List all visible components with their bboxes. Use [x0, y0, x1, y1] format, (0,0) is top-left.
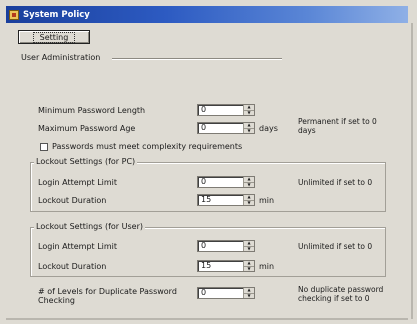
- tab-setting-label: Setting: [32, 31, 76, 43]
- lockout-pc-attempt-value[interactable]: 0: [198, 177, 243, 187]
- lockout-user-attempt-spinner[interactable]: 0 ▲ ▼: [197, 240, 255, 252]
- lockout-pc-duration-spinner[interactable]: 15 ▲ ▼: [197, 194, 255, 206]
- window-bottom-border: [6, 318, 408, 320]
- min-password-length-spinner[interactable]: 0 ▲ ▼: [197, 104, 255, 116]
- tab-setting[interactable]: Setting: [18, 30, 90, 44]
- section-divider: [112, 58, 282, 60]
- spin-arrows-icon[interactable]: ▲ ▼: [243, 241, 254, 251]
- title-bar[interactable]: System Policy: [6, 6, 408, 23]
- max-password-age-value[interactable]: 0: [198, 123, 243, 133]
- spin-down-icon[interactable]: ▼: [244, 266, 254, 272]
- lockout-user-attempt-label: Login Attempt Limit: [38, 242, 118, 251]
- system-policy-window: System Policy Setting User Administratio…: [0, 0, 417, 324]
- spin-down-icon[interactable]: ▼: [244, 293, 254, 299]
- spin-arrows-icon[interactable]: ▲ ▼: [243, 195, 254, 205]
- max-password-age-label: Maximum Password Age: [38, 124, 136, 133]
- lockout-pc-attempt-note: Unlimited if set to 0: [298, 178, 373, 187]
- lockout-user-attempt-note: Unlimited if set to 0: [298, 242, 373, 251]
- section-title: User Administration: [21, 53, 101, 62]
- lockout-pc-title: Lockout Settings (for PC): [34, 157, 138, 166]
- spin-arrows-icon[interactable]: ▲ ▼: [243, 123, 254, 133]
- max-password-age-note: Permanent if set to 0 days: [298, 117, 377, 135]
- spin-down-icon[interactable]: ▼: [244, 200, 254, 206]
- min-password-length-value[interactable]: 0: [198, 105, 243, 115]
- spin-arrows-icon[interactable]: ▲ ▼: [243, 177, 254, 187]
- spin-down-icon[interactable]: ▼: [244, 246, 254, 252]
- window-right-border: [411, 23, 413, 319]
- spin-down-icon[interactable]: ▼: [244, 182, 254, 188]
- spin-arrows-icon[interactable]: ▲ ▼: [243, 105, 254, 115]
- lockout-user-duration-spinner[interactable]: 15 ▲ ▼: [197, 260, 255, 272]
- spin-down-icon[interactable]: ▼: [244, 128, 254, 134]
- spin-arrows-icon[interactable]: ▲ ▼: [243, 288, 254, 298]
- duplicate-check-value[interactable]: 0: [198, 288, 243, 298]
- lockout-user-duration-label: Lockout Duration: [38, 262, 107, 271]
- lockout-user-title: Lockout Settings (for User): [34, 222, 145, 231]
- spin-arrows-icon[interactable]: ▲ ▼: [243, 261, 254, 271]
- duplicate-check-spinner[interactable]: 0 ▲ ▼: [197, 287, 255, 299]
- max-password-age-spinner[interactable]: 0 ▲ ▼: [197, 122, 255, 134]
- complexity-label[interactable]: Passwords must meet complexity requireme…: [52, 142, 242, 151]
- lockout-pc-attempt-spinner[interactable]: 0 ▲ ▼: [197, 176, 255, 188]
- duplicate-check-note: No duplicate password checking if set to…: [298, 285, 384, 303]
- max-password-age-unit: days: [259, 124, 278, 133]
- lockout-pc-duration-unit: min: [259, 196, 275, 205]
- min-password-length-label: Minimum Password Length: [38, 106, 146, 115]
- lockout-user-duration-unit: min: [259, 262, 275, 271]
- lockout-pc-duration-label: Lockout Duration: [38, 196, 107, 205]
- system-policy-icon: [9, 9, 19, 20]
- complexity-checkbox[interactable]: [40, 143, 48, 151]
- lockout-user-duration-value[interactable]: 15: [198, 261, 243, 271]
- spin-down-icon[interactable]: ▼: [244, 110, 254, 116]
- duplicate-check-label: # of Levels for Duplicate Password Check…: [38, 287, 177, 305]
- lockout-user-attempt-value[interactable]: 0: [198, 241, 243, 251]
- window-title: System Policy: [23, 9, 90, 20]
- lockout-pc-duration-value[interactable]: 15: [198, 195, 243, 205]
- lockout-pc-attempt-label: Login Attempt Limit: [38, 178, 118, 187]
